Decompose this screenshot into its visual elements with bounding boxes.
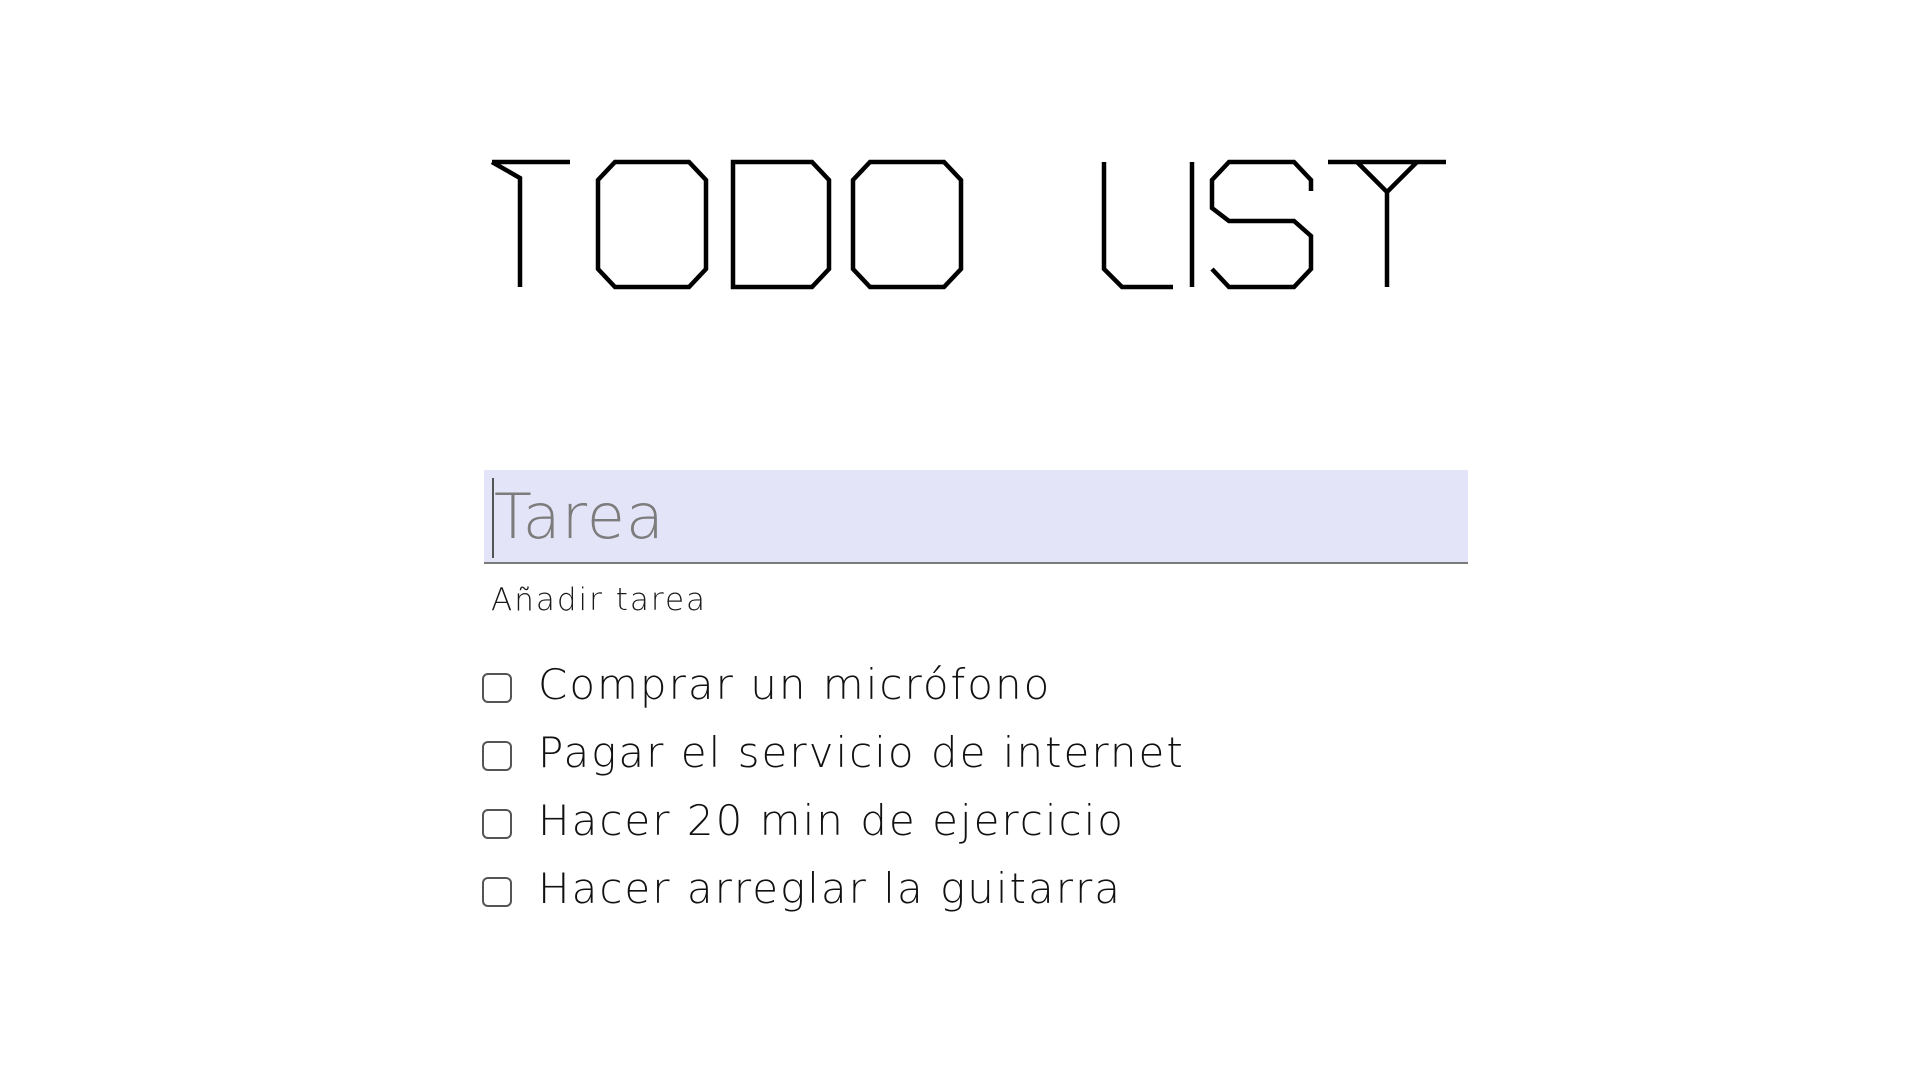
add-task-button[interactable]: Añadir tarea <box>491 582 707 618</box>
task-checkbox[interactable] <box>482 741 512 771</box>
todo-app: TODO LIST Añadir tarea Comprar un micróf… <box>0 0 1920 1080</box>
text-cursor <box>492 478 494 558</box>
task-item: Hacer arreglar la guitarra <box>482 854 1185 922</box>
task-label[interactable]: Hacer 20 min de ejercicio <box>538 796 1125 845</box>
task-checkbox[interactable] <box>482 809 512 839</box>
task-checkbox[interactable] <box>482 673 512 703</box>
task-label[interactable]: Hacer arreglar la guitarra <box>538 864 1122 913</box>
task-checkbox[interactable] <box>482 877 512 907</box>
task-label[interactable]: Pagar el servicio de internet <box>538 728 1185 777</box>
task-item: Hacer 20 min de ejercicio <box>482 786 1185 854</box>
task-item: Pagar el servicio de internet <box>482 718 1185 786</box>
task-list: Comprar un micrófono Pagar el servicio d… <box>482 650 1185 922</box>
task-label[interactable]: Comprar un micrófono <box>538 660 1051 709</box>
page-title: TODO LIST <box>482 150 1452 300</box>
page-title-lettering <box>490 159 1446 290</box>
task-item: Comprar un micrófono <box>482 650 1185 718</box>
task-input[interactable] <box>484 470 1468 564</box>
